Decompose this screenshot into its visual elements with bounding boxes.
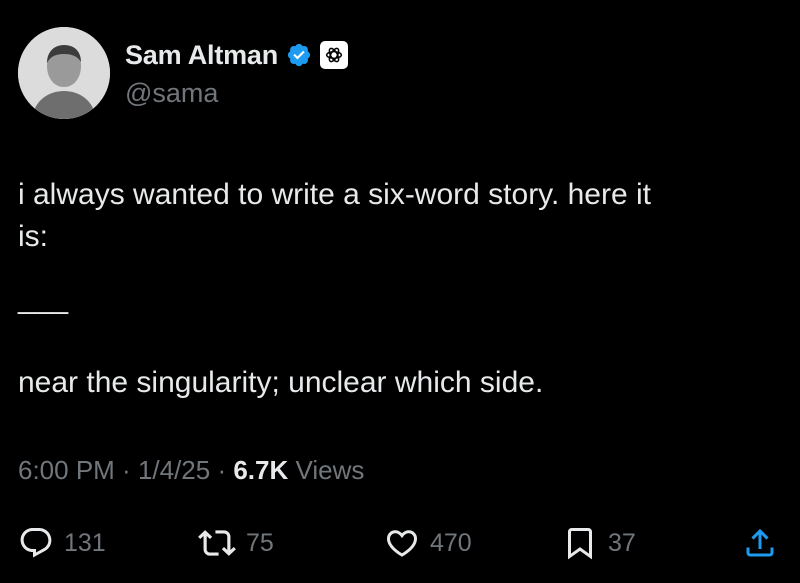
openai-icon xyxy=(325,47,343,63)
repost-button[interactable]: 75 xyxy=(198,518,274,568)
views-label: Views xyxy=(288,455,365,485)
avatar-image xyxy=(18,27,110,119)
repost-icon xyxy=(198,530,236,556)
views-count[interactable]: 6.7K xyxy=(233,455,288,485)
affiliate-badge[interactable] xyxy=(320,41,349,69)
meta-dot: · xyxy=(210,455,234,485)
like-button[interactable]: 470 xyxy=(384,518,472,568)
tweet-story-line: near the singularity; unclear which side… xyxy=(18,366,544,399)
user-handle[interactable]: @sama xyxy=(125,78,218,109)
display-name[interactable]: Sam Altman xyxy=(125,40,278,71)
tweet-text-line: i always wanted to write a six-word stor… xyxy=(18,178,652,211)
avatar[interactable] xyxy=(18,27,110,119)
meta-dot: · xyxy=(114,455,138,485)
author-row: Sam Altman xyxy=(125,38,349,72)
reply-count: 131 xyxy=(64,528,106,557)
tweet-card: Sam Altman @sama i always wanted to writ… xyxy=(0,0,800,583)
action-bar: 131 75 470 37 xyxy=(0,518,800,568)
tweet-time[interactable]: 6:00 PM xyxy=(18,455,115,485)
repost-count: 75 xyxy=(246,528,274,557)
share-icon xyxy=(746,528,774,557)
like-count: 470 xyxy=(430,528,472,557)
tweet-separator: ___ xyxy=(18,282,69,315)
tweet-meta: 6:00 PM · 1/4/25 · 6.7K Views xyxy=(18,455,364,486)
reply-button[interactable]: 131 xyxy=(18,518,106,568)
like-icon xyxy=(386,530,418,557)
tweet-date[interactable]: 1/4/25 xyxy=(138,455,210,485)
bookmark-icon xyxy=(568,528,592,560)
verified-icon xyxy=(287,43,311,67)
share-button[interactable] xyxy=(742,518,778,568)
reply-icon xyxy=(20,528,52,558)
tweet-text-line: is: xyxy=(18,220,48,253)
bookmark-button[interactable]: 37 xyxy=(562,518,636,568)
bookmark-count: 37 xyxy=(608,528,636,557)
